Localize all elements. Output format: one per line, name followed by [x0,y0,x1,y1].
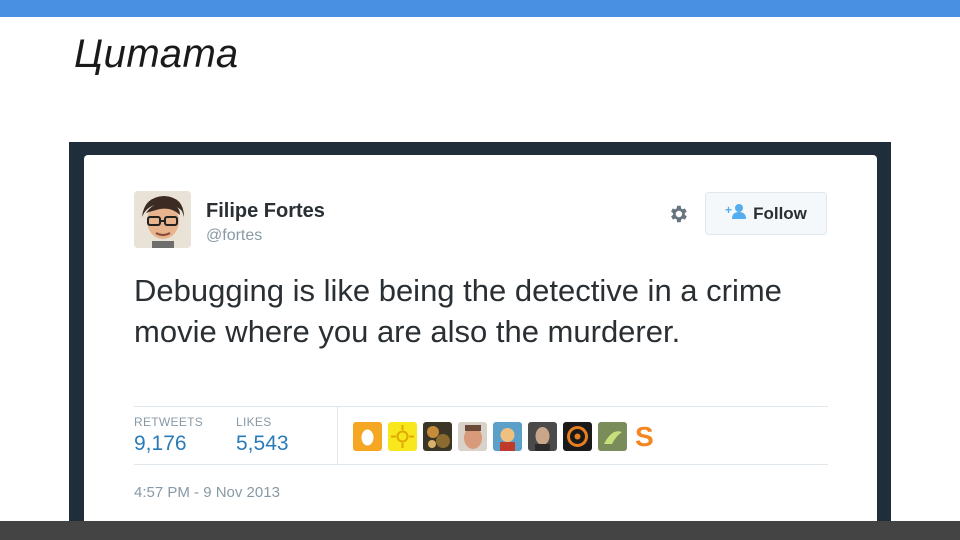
s-letter-avatar[interactable]: S [635,422,654,451]
divider-bottom [134,464,828,465]
tweet-timestamp[interactable]: 4:57 PM - 9 Nov 2013 [134,484,280,501]
author-avatar[interactable] [134,191,191,248]
stats-divider [337,407,338,464]
svg-text:+: + [725,203,732,217]
egg-avatar[interactable] [353,422,382,451]
likes-count[interactable]: 5,543 [236,432,289,456]
liker-avatars: S [353,422,654,451]
author-handle[interactable]: @fortes [206,227,262,245]
food-avatar[interactable] [423,422,452,451]
sun-avatar[interactable] [388,422,417,451]
tweet-card: Filipe Fortes @fortes + Follow Debugging… [84,155,877,521]
target-avatar[interactable] [563,422,592,451]
add-user-icon: + [725,203,747,224]
top-accent-bar [0,0,960,17]
portrait-avatar[interactable] [528,422,557,451]
bottom-bar [0,521,960,540]
follow-button[interactable]: + Follow [705,192,827,235]
tweet-text: Debugging is like being the detective in… [134,273,782,349]
slide-title: Цитата [74,32,239,76]
likes-label: LIKES [236,415,272,429]
follow-button-label: Follow [753,203,807,223]
author-name[interactable]: Filipe Fortes [206,200,325,223]
retweets-count[interactable]: 9,176 [134,432,187,456]
gear-icon[interactable] [667,203,689,225]
divider-top [134,406,828,407]
plant-avatar[interactable] [598,422,627,451]
cartoon-avatar[interactable] [493,422,522,451]
retweets-label: RETWEETS [134,415,204,429]
face-avatar[interactable] [458,422,487,451]
